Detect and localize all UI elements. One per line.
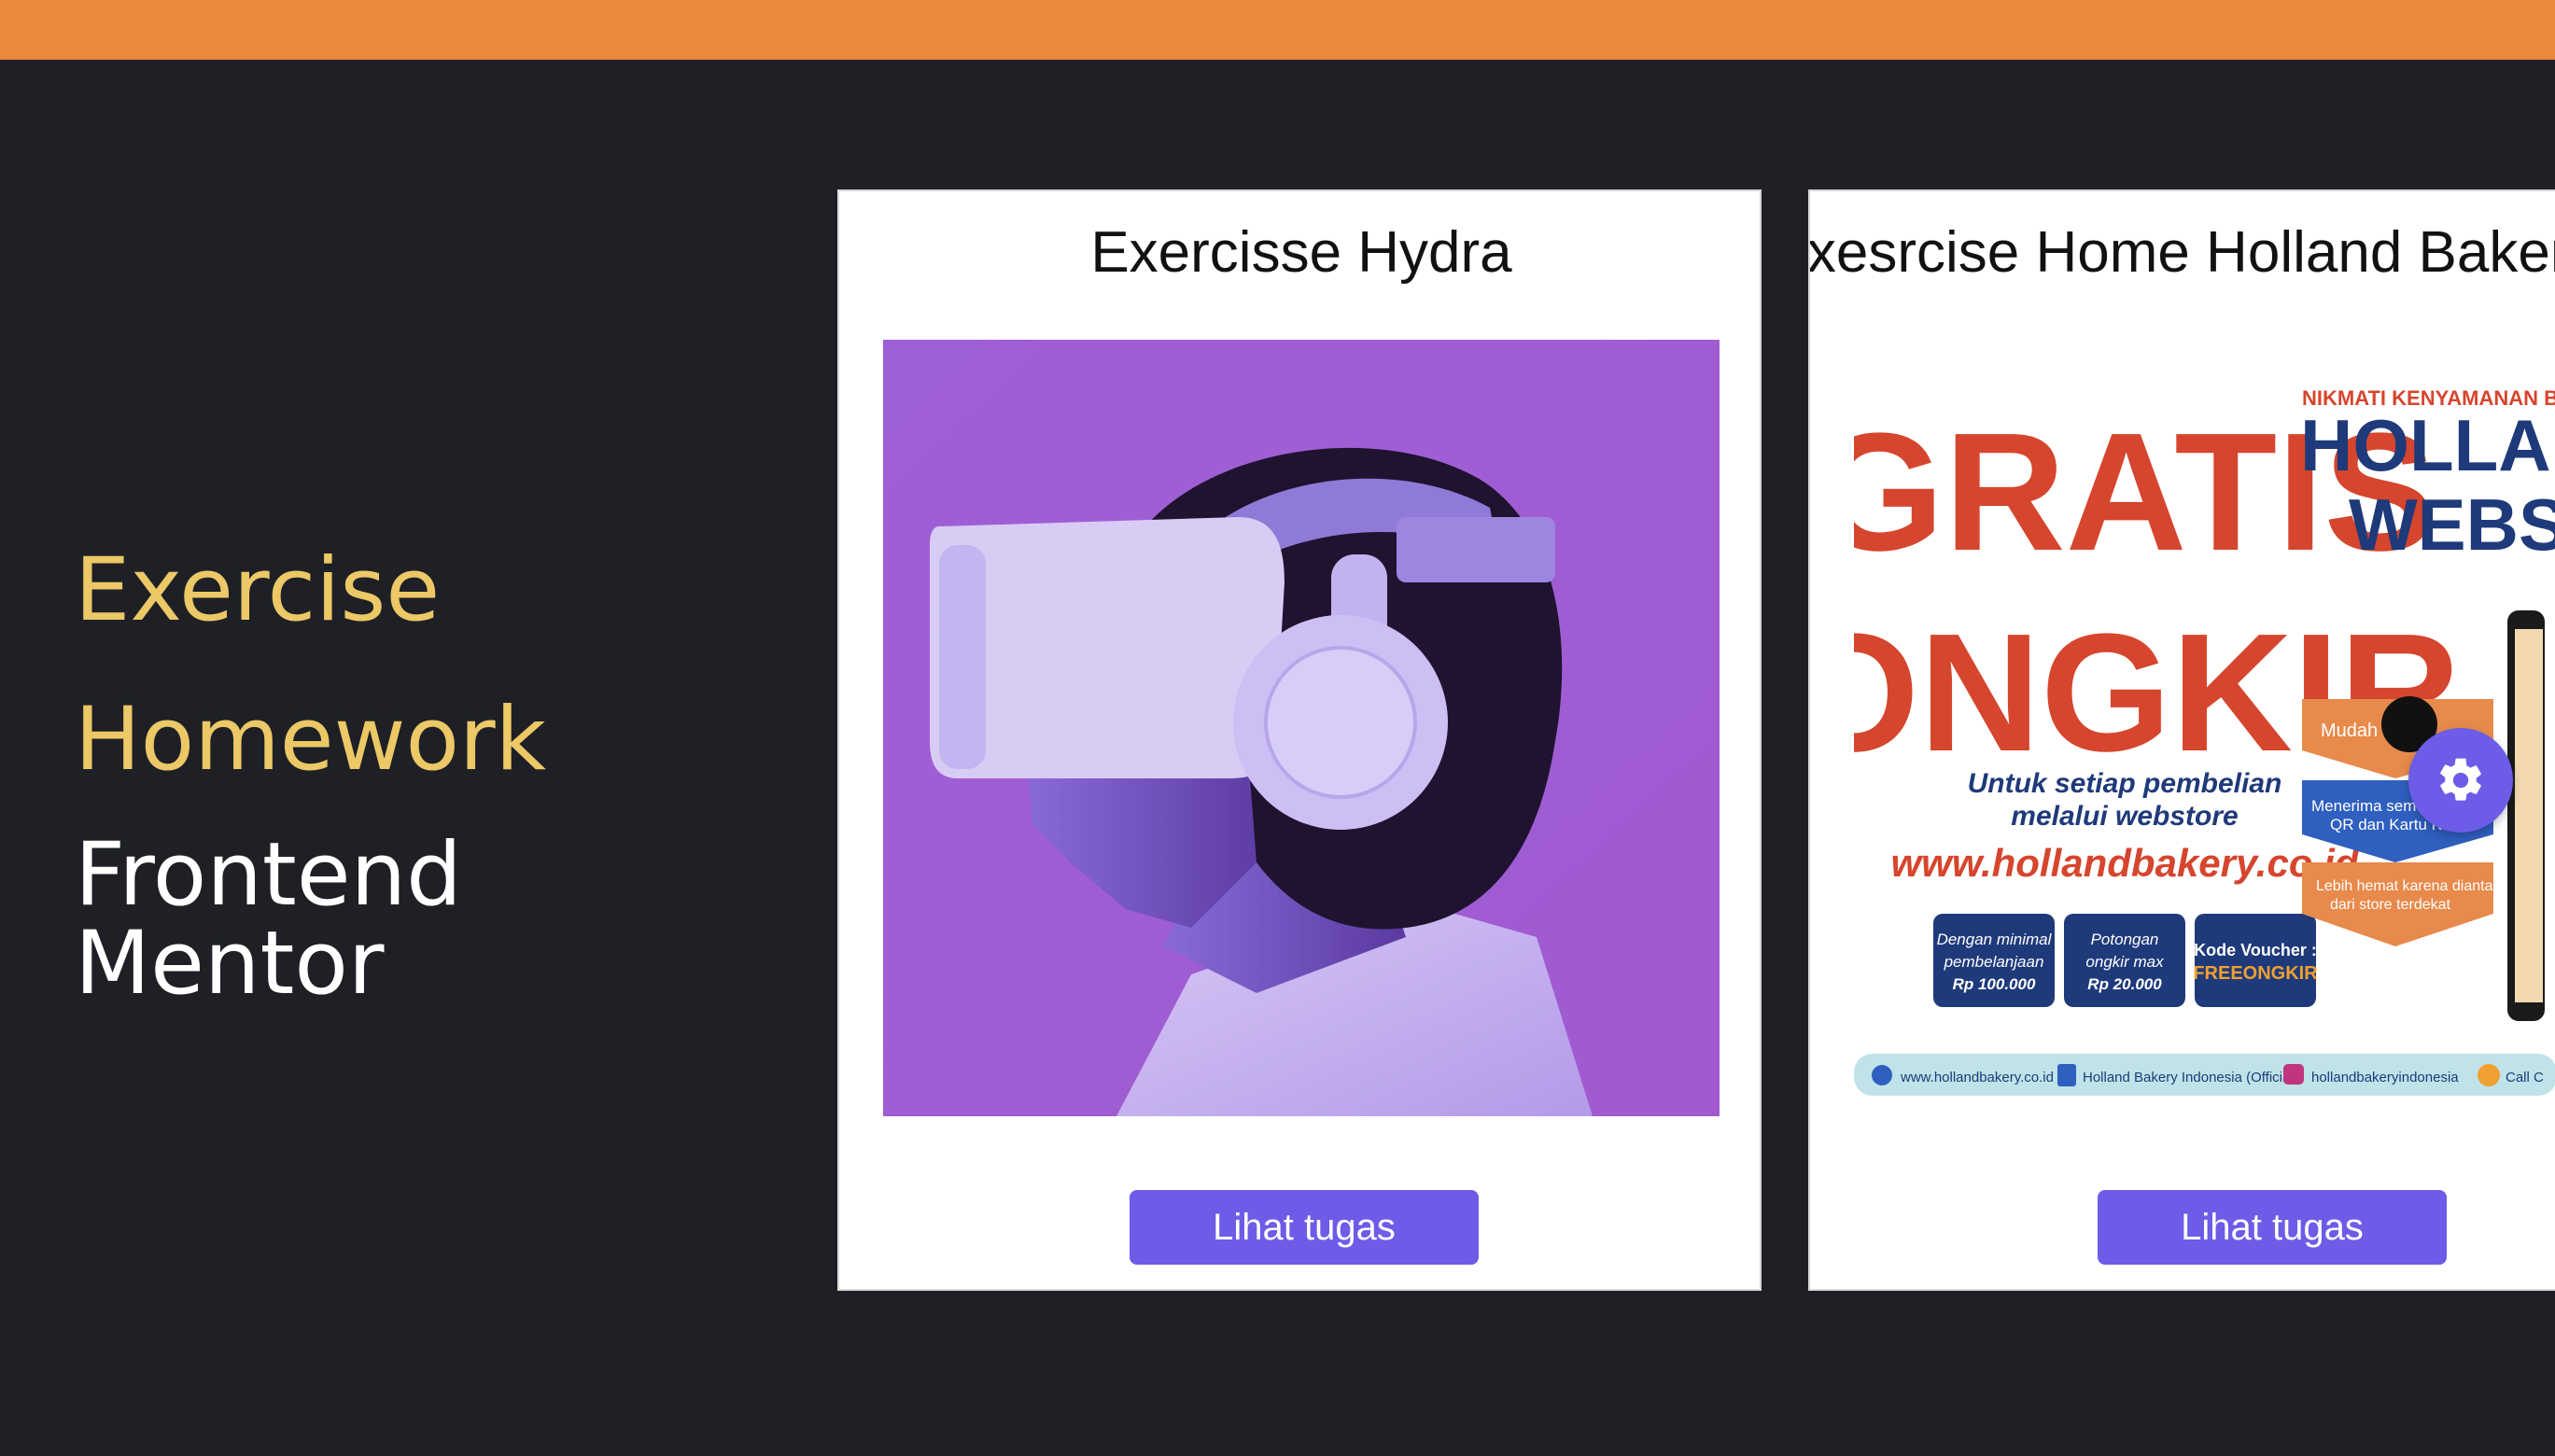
box2-line1: Potongan	[2091, 931, 2159, 948]
footer-facebook: Holland Bakery Indonesia (Official)	[2083, 1070, 2298, 1085]
heading-homework: Homework	[75, 689, 547, 791]
heading-mentor: Mentor	[75, 913, 385, 1015]
vr-headset-photo	[883, 340, 1720, 1116]
view-task-button[interactable]: Lihat tugas	[2098, 1190, 2447, 1265]
top-accent-bar	[0, 0, 2555, 60]
banner-subtitle-2: melalui webstore	[2011, 801, 2238, 832]
box1-line3: Rp 100.000	[1953, 975, 2036, 993]
badge3-line1: Lebih hemat karena diantar	[2316, 878, 2498, 894]
box3-line2: FREEONGKIR	[2193, 963, 2318, 984]
badge3-line2: dari store terdekat	[2330, 897, 2451, 913]
settings-button[interactable]	[2408, 728, 2513, 833]
card-title: Exercisse Hydra	[1090, 220, 1512, 285]
footer-website: www.hollandbakery.co.id	[1900, 1070, 2054, 1085]
banner-brand-1: HOLLAND BA	[2300, 404, 2555, 486]
exercise-card-hydra: Exercisse Hydra Lihat tugas	[837, 189, 1762, 1291]
heading-exercise: Exercise	[75, 539, 441, 641]
gear-icon	[2440, 758, 2481, 801]
box1-line1: Dengan minimal	[1937, 931, 2053, 948]
banner-brand-2: WEBSTO	[2349, 483, 2555, 566]
footer-instagram: hollandbakeryindonesia	[2311, 1070, 2459, 1085]
box2-line3: Rp 20.000	[2087, 975, 2162, 993]
box2-line2: ongkir max	[2085, 953, 2164, 971]
card-title: Exesrcise Home Holland Bakery	[1808, 220, 2555, 285]
holland-bakery-promo-banner: GRATIS ONGKIR Untuk setiap pembelian mel…	[1854, 340, 2555, 1116]
heading-frontend: Frontend	[75, 824, 462, 926]
banner-url: www.hollandbakery.co.id	[1891, 841, 2360, 885]
box1-line2: pembelanjaan	[1944, 953, 2044, 971]
footer-call: Call C	[2506, 1070, 2544, 1085]
view-task-button[interactable]: Lihat tugas	[1130, 1190, 1479, 1265]
box3-line1: Kode Voucher :	[2194, 941, 2317, 959]
banner-subtitle-1: Untuk setiap pembelian	[1968, 768, 2282, 799]
